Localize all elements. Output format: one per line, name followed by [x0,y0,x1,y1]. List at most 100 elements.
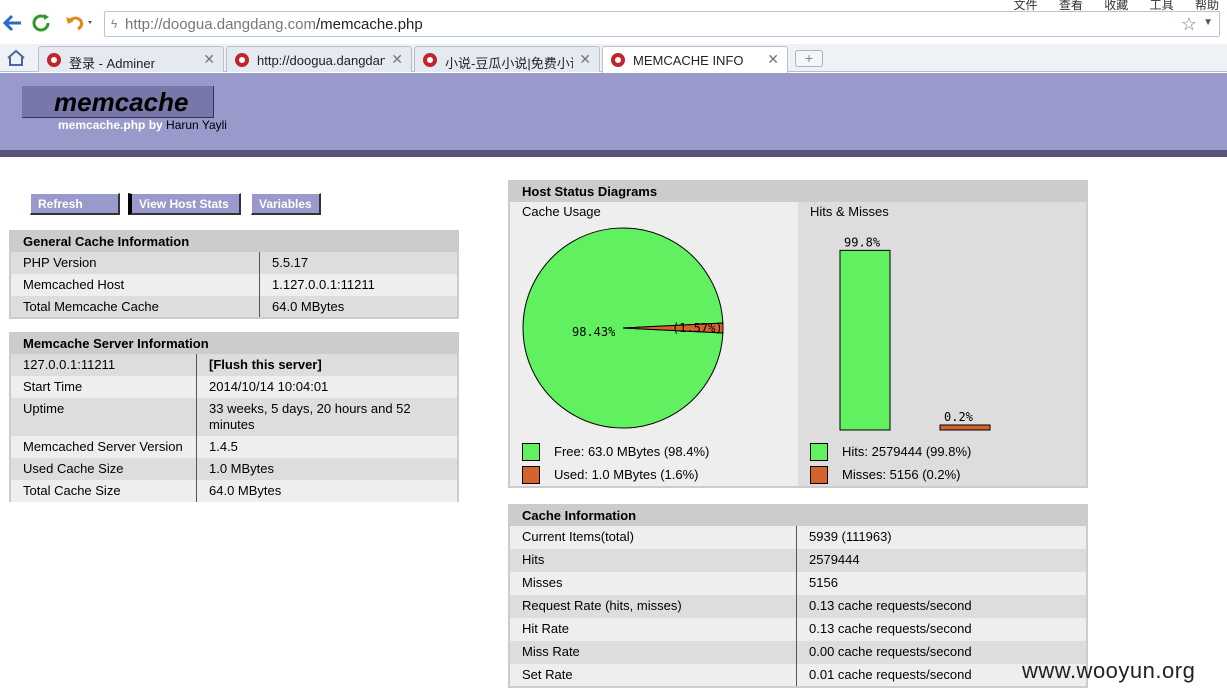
new-tab-button[interactable]: + [795,50,823,67]
diagrams-title: Host Status Diagrams [510,182,1086,202]
author-name: Harun Yayli [166,118,227,132]
back-arrow-icon[interactable] [2,12,24,34]
table-row: Hit Rate 0.13 cache requests/second [510,618,1086,641]
bar-label-hits: 99.8% [844,235,881,249]
table-row: Set Rate 0.01 cache requests/second [510,664,1086,686]
general-cache-info-table: General Cache Information PHP Version 5.… [9,230,459,319]
row-label: Memcached Server Version [23,439,183,454]
byline: memcache.php by Harun Yayli [58,118,227,132]
free-legend-label: Free: 63.0 MBytes (98.4%) [554,444,710,459]
home-icon[interactable] [6,49,26,70]
table-row: Memcached Server Version 1.4.5 [11,436,457,458]
table-title: Cache Information [510,506,1086,526]
tab-title: MEMCACHE INFO [633,53,744,68]
table-title: Memcache Server Information [11,334,457,354]
table-row: Request Rate (hits, misses) 0.13 cache r… [510,595,1086,618]
bar-misses [939,424,991,431]
tab-doogua[interactable]: http://doogua.dangdang.com ✕ [226,46,412,72]
tab-novel[interactable]: 小说-豆瓜小说|免费小说 ✕ [414,46,600,72]
hits-misses-title: Hits & Misses [810,204,889,219]
row-value: 0.13 cache requests/second [809,598,972,613]
pie-label-free: 98.43% [572,325,616,339]
site-favicon-icon [611,53,625,67]
table-row: PHP Version 5.5.17 [11,252,457,274]
misses-legend-swatch [810,466,828,484]
site-favicon-icon [235,53,249,67]
table-row: Misses 5156 [510,572,1086,595]
cache-information-table: Cache Information Current Items(total) 5… [508,504,1088,688]
close-icon[interactable]: ✕ [203,51,215,68]
row-value: 2014/10/14 10:04:01 [209,379,329,394]
cache-usage-pie-chart: 98.43% (1.57%) [522,227,724,429]
row-label: Start Time [23,379,83,394]
bar-hits [839,249,891,431]
row-value: 5156 [809,575,838,590]
view-host-stats-button[interactable]: View Host Stats [128,193,241,215]
url-text[interactable]: http://doogua.dangdang.com/memcache.php [125,16,423,33]
server-host: 127.0.0.1:11211 [23,357,116,372]
hits-misses-bar-chart: 99.8% 0.2% [839,235,991,431]
table-row: Uptime 33 weeks, 5 days, 20 hours and 52… [11,398,457,436]
page-info-icon[interactable]: ϟ [111,17,117,31]
row-value: 5939 (111963) [809,529,892,544]
tab-title: 小说-豆瓜小说|免费小说 [445,56,573,71]
table-row: Total Memcache Cache 64.0 MBytes [11,296,457,317]
bar-label-misses: 0.2% [944,410,974,424]
site-favicon-icon [423,53,437,67]
used-legend-swatch [522,466,540,484]
row-value: 0.00 cache requests/second [809,644,972,659]
row-value: 64.0 MBytes [272,299,345,314]
close-icon[interactable]: ✕ [767,51,779,68]
free-legend-swatch [522,443,540,461]
star-favorite-icon[interactable]: ☆ [1181,14,1197,35]
table-row: Hits 2579444 [510,549,1086,572]
row-label: Memcached Host [23,277,125,292]
address-bar[interactable]: ϟ http://doogua.dangdang.com/memcache.ph… [104,11,1220,37]
host-status-diagrams: Host Status Diagrams Cache Usage 98.43% (… [508,180,1088,488]
row-value: 64.0 MBytes [209,483,282,498]
pie-label-used: (1.57%) [672,321,723,335]
row-label: Current Items(total) [522,529,634,544]
used-legend-label: Used: 1.0 MBytes (1.6%) [554,467,699,482]
row-value: 1.127.0.0.1:11211 [272,277,375,292]
variables-button[interactable]: Variables [251,193,321,215]
hits-misses-panel: Hits & Misses 99.8% 0.2% Hits: 2579444 (9… [798,202,1086,486]
table-row: Current Items(total) 5939 (111963) [510,526,1086,549]
watermark: www.wooyun.org [1022,658,1196,683]
row-label: Used Cache Size [23,461,124,476]
row-label: PHP Version [23,255,97,270]
table-row: Miss Rate 0.00 cache requests/second [510,641,1086,664]
site-favicon-icon [47,53,61,67]
logo-text: memcache [54,87,189,117]
refresh-data-button[interactable]: Refresh Data [30,193,120,231]
tab-memcache-info[interactable]: MEMCACHE INFO ✕ [602,46,788,73]
tab-bar: 登录 - Adminer ✕ http://doogua.dangdang.co… [0,44,1227,73]
table-row: Memcached Host 1.127.0.0.1:11211 [11,274,457,296]
tab-adminer[interactable]: 登录 - Adminer ✕ [38,46,224,72]
chevron-down-icon[interactable]: ▼ [1203,17,1213,28]
page-header: memcache memcache.php by Harun Yayli [0,73,1227,157]
table-row: Total Cache Size 64.0 MBytes [11,480,457,502]
close-icon[interactable]: ✕ [579,51,591,68]
row-label: Misses [522,575,563,590]
row-label: Request Rate (hits, misses) [522,598,682,613]
row-value: 2579444 [809,552,860,567]
row-value: 1.4.5 [209,439,238,454]
tab-title: http://doogua.dangdang.com [257,53,385,68]
flush-server-link[interactable]: [Flush this server] [209,357,322,372]
row-label: Miss Rate [522,644,580,659]
row-value: 0.01 cache requests/second [809,667,972,682]
row-label: Total Memcache Cache [23,299,159,314]
close-icon[interactable]: ✕ [391,51,403,68]
row-label: Uptime [23,401,65,416]
table-title: General Cache Information [11,232,457,252]
row-value: 33 weeks, 5 days, 20 hours and 52 minute… [209,401,411,432]
memcache-logo: memcache [22,86,214,118]
misses-legend-label: Misses: 5156 (0.2%) [842,467,961,482]
refresh-icon[interactable] [30,12,52,34]
undo-close-tab-icon[interactable] [62,12,96,34]
table-row: Start Time 2014/10/14 10:04:01 [11,376,457,398]
table-row: Used Cache Size 1.0 MBytes [11,458,457,480]
memcache-server-info-table: Memcache Server Information 127.0.0.1:11… [9,332,459,502]
row-value: 0.13 cache requests/second [809,621,972,636]
